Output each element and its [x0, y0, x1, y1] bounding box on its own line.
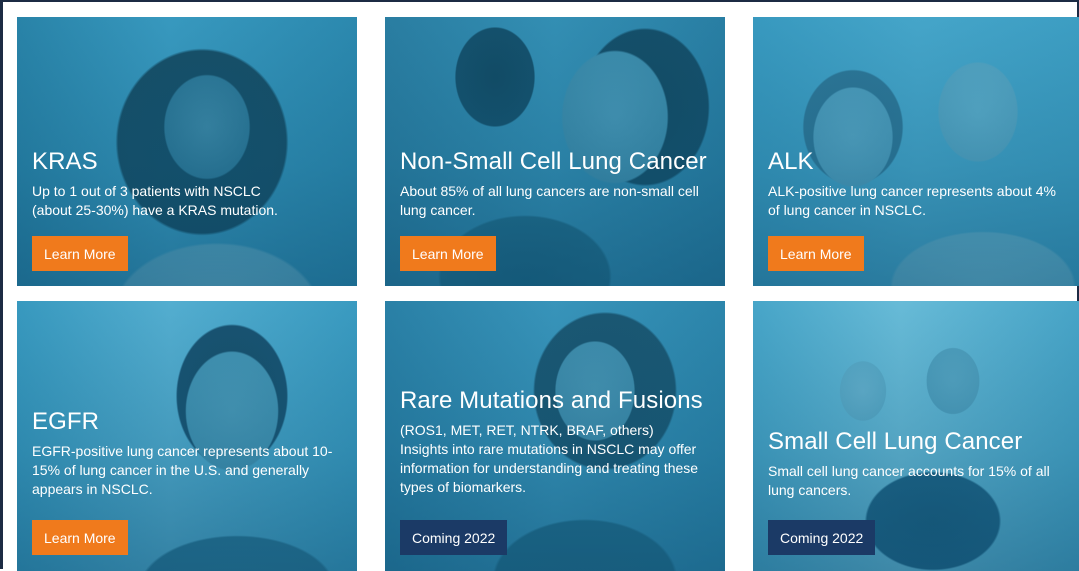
card-title: ALK: [768, 148, 814, 175]
card-title: Small Cell Lung Cancer: [768, 428, 1023, 455]
card-nsclc: Non-Small Cell Lung Cancer About 85% of …: [385, 17, 725, 286]
card-small-cell: Small Cell Lung Cancer Small cell lung c…: [753, 301, 1079, 571]
learn-more-button[interactable]: Learn More: [32, 236, 128, 271]
card-description: Up to 1 out of 3 patients with NSCLC (ab…: [32, 183, 278, 218]
card-grid-frame: KRAS Up to 1 out of 3 patients with NSCL…: [0, 0, 1079, 571]
coming-soon-badge: Coming 2022: [768, 520, 876, 555]
card-description: ALK-positive lung cancer represents abou…: [768, 183, 1056, 218]
card-kras: KRAS Up to 1 out of 3 patients with NSCL…: [17, 17, 357, 286]
card-title: EGFR: [32, 408, 100, 435]
card-description: About 85% of all lung cancers are non-sm…: [400, 183, 699, 218]
card-title: KRAS: [32, 148, 98, 175]
coming-soon-badge: Coming 2022: [400, 520, 508, 555]
learn-more-button[interactable]: Learn More: [400, 236, 496, 271]
card-alk: ALK ALK-positive lung cancer represents …: [753, 17, 1079, 286]
learn-more-button[interactable]: Learn More: [768, 236, 864, 271]
card-description: (ROS1, MET, RET, NTRK, BRAF, others) Ins…: [400, 422, 699, 495]
card-rare-mutations: Rare Mutations and Fusions (ROS1, MET, R…: [385, 301, 725, 571]
card-title: Non-Small Cell Lung Cancer: [400, 148, 707, 175]
card-title: Rare Mutations and Fusions: [400, 387, 703, 414]
card-description: Small cell lung cancer accounts for 15% …: [768, 463, 1050, 498]
card-description: EGFR-positive lung cancer represents abo…: [32, 443, 333, 497]
card-egfr: EGFR EGFR-positive lung cancer represent…: [17, 301, 357, 571]
learn-more-button[interactable]: Learn More: [32, 520, 128, 555]
